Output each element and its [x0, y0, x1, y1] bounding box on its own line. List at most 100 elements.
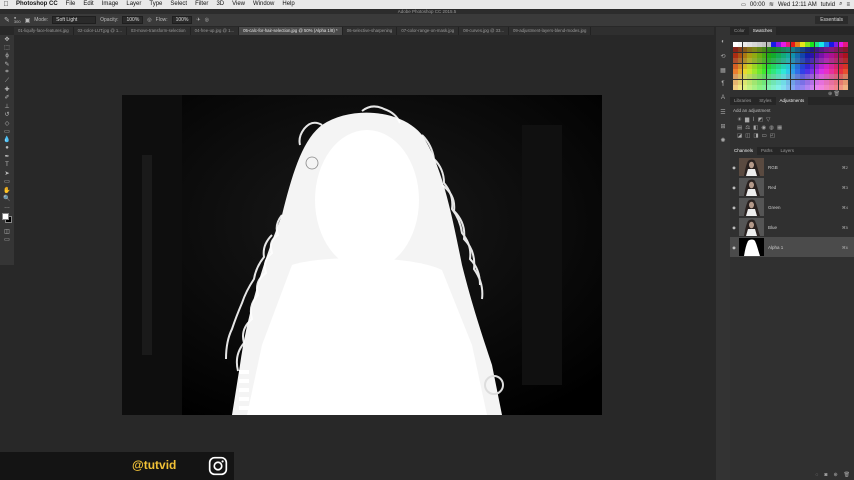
opacity-field[interactable]: 100% [122, 16, 144, 24]
new-channel-icon[interactable]: ⊕ [833, 472, 837, 478]
lasso-tool-icon[interactable]: ϕ [0, 52, 14, 60]
visibility-eye-icon[interactable]: ◉ [730, 225, 738, 230]
doc-tab[interactable]: 01-liquify-face-features.jpg [14, 27, 74, 35]
channel-row-green[interactable]: ◉ Green ⌘4 [730, 197, 854, 217]
move-tool-icon[interactable]: ✥ [0, 35, 14, 43]
wifi-icon[interactable]: ≋ [769, 1, 774, 8]
swatch[interactable] [843, 69, 848, 74]
canvas-area[interactable] [14, 35, 714, 480]
zoom-tool-icon[interactable]: 🔍 [0, 194, 14, 202]
swatch[interactable] [843, 42, 848, 47]
document-image-alpha-channel[interactable] [122, 95, 602, 415]
swatch[interactable] [843, 85, 848, 91]
swatch[interactable] [843, 52, 848, 58]
doc-tab[interactable]: 04-free-up.jpg @ 1... [191, 27, 240, 35]
channel-row-red[interactable]: ◉ Red ⌘3 [730, 177, 854, 197]
user-name[interactable]: tutvid [821, 2, 835, 8]
menu-3d[interactable]: 3D [212, 0, 228, 9]
workspace-select[interactable]: Essentials [815, 16, 848, 24]
tab-channels[interactable]: Channels [730, 147, 758, 155]
channel-mixer-icon[interactable]: ◍ [769, 125, 774, 131]
menu-layer[interactable]: Layer [122, 0, 145, 9]
clone-tool-icon[interactable]: ⊥ [0, 102, 14, 110]
tab-color[interactable]: Color [730, 27, 749, 35]
posterize-icon[interactable]: ◫ [745, 133, 750, 139]
swatch[interactable] [843, 58, 848, 64]
doc-tab[interactable]: 09-adjustment-layers-blend-modes.jpg [509, 27, 592, 35]
hand-tool-icon[interactable]: ✋ [0, 186, 14, 194]
brush-size-preset[interactable]: ● 300 [14, 16, 21, 24]
menu-window[interactable]: Window [249, 0, 278, 9]
visibility-eye-icon[interactable]: ◉ [730, 165, 738, 170]
tab-layers[interactable]: Layers [777, 147, 799, 155]
tab-styles[interactable]: Styles [755, 97, 775, 105]
pressure-opacity-icon[interactable]: ◎ [147, 17, 151, 23]
doc-tab[interactable]: 07-color-range-on-mask.jpg [397, 27, 460, 35]
properties-panel-icon[interactable]: ☰ [716, 105, 730, 119]
load-selection-icon[interactable]: ◌ [815, 472, 818, 478]
menu-type[interactable]: Type [145, 0, 166, 9]
tab-paths[interactable]: Paths [757, 147, 777, 155]
visibility-eye-icon[interactable]: ◉ [730, 185, 738, 190]
blur-tool-icon[interactable]: 💧 [0, 136, 14, 144]
channel-row-alpha-1[interactable]: ◉ Alpha 1 ⌘6 [730, 237, 854, 257]
menu-file[interactable]: File [62, 0, 80, 9]
brushes-panel-icon[interactable]: ✺ [716, 133, 730, 147]
delete-channel-icon[interactable]: 🗑 [844, 472, 850, 478]
menu-view[interactable]: View [228, 0, 249, 9]
apple-icon[interactable]:  [0, 1, 12, 8]
mode-select[interactable]: Soft Light [52, 16, 97, 24]
menu-edit[interactable]: Edit [79, 0, 97, 9]
search-icon[interactable]: ⌕ [839, 1, 842, 8]
clock[interactable]: Wed 12:11 AM [778, 2, 817, 8]
tab-swatches[interactable]: Swatches [748, 27, 777, 35]
threshold-icon[interactable]: ◨ [753, 133, 758, 139]
visibility-eye-icon[interactable]: ◉ [730, 245, 738, 250]
menu-list-icon[interactable]: ≡ [846, 2, 850, 8]
tab-adjustments[interactable]: Adjustments [775, 97, 809, 105]
curves-icon[interactable]: ⌇ [752, 117, 755, 123]
brush-panel-icon[interactable]: ▣ [25, 17, 31, 24]
brush-tool-icon[interactable]: ✎ [4, 16, 10, 24]
character-panel-icon[interactable]: A [716, 91, 730, 105]
healing-tool-icon[interactable]: ✚ [0, 85, 14, 93]
airbrush-icon[interactable]: ✈ [196, 17, 200, 23]
channel-row-rgb[interactable]: ◉ RGB ⌘2 [730, 157, 854, 177]
brush-tool-icon[interactable]: ✐ [0, 94, 14, 102]
paragraph-panel-icon[interactable]: ¶ [716, 77, 730, 91]
swatches-grid[interactable] [733, 42, 848, 92]
brightness-contrast-icon[interactable]: ☀ [737, 117, 742, 123]
flow-field[interactable]: 100% [171, 16, 193, 24]
color-panel-icon[interactable]: ◐ [716, 35, 730, 49]
tab-libraries[interactable]: Libraries [730, 97, 755, 105]
dodge-tool-icon[interactable]: ● [0, 144, 14, 152]
glyphs-panel-icon[interactable]: ⊞ [716, 119, 730, 133]
doc-tab[interactable]: 03-move-transform-selection [127, 27, 191, 35]
channel-row-blue[interactable]: ◉ Blue ⌘5 [730, 217, 854, 237]
history-panel-icon[interactable]: ⟲ [716, 49, 730, 63]
swatch[interactable] [843, 63, 848, 69]
marquee-tool-icon[interactable]: ⬚ [0, 43, 14, 51]
eyedropper-tool-icon[interactable]: ⟋ [0, 77, 14, 85]
levels-icon[interactable]: ▆ [745, 117, 749, 123]
selective-color-icon[interactable]: ◰ [770, 133, 775, 139]
doc-tab[interactable]: 08-curves.jpg @ 33... [459, 27, 510, 35]
crop-tool-icon[interactable]: ⌗ [0, 69, 14, 77]
color-lookup-icon[interactable]: ▦ [777, 125, 782, 131]
type-tool-icon[interactable]: T [0, 161, 14, 169]
menu-select[interactable]: Select [166, 0, 191, 9]
menu-filter[interactable]: Filter [191, 0, 212, 9]
menu-help[interactable]: Help [278, 0, 298, 9]
hue-saturation-icon[interactable]: ▤ [737, 125, 742, 131]
doc-tab[interactable]: 06-selective-sharpening [343, 27, 398, 35]
eraser-tool-icon[interactable]: ◇ [0, 119, 14, 127]
color-balance-icon[interactable]: ⚖ [745, 125, 750, 131]
quick-select-tool-icon[interactable]: ✎ [0, 60, 14, 68]
save-selection-icon[interactable]: ◙ [824, 472, 827, 478]
swatches-panel-icon[interactable]: ▦ [716, 63, 730, 77]
invert-icon[interactable]: ◪ [737, 133, 742, 139]
vibrance-icon[interactable]: ▽ [766, 117, 770, 123]
pressure-size-icon[interactable]: ◎ [205, 17, 209, 23]
quick-mask-icon[interactable]: ◫ [0, 227, 14, 235]
more-tools-icon[interactable]: … [0, 203, 14, 211]
